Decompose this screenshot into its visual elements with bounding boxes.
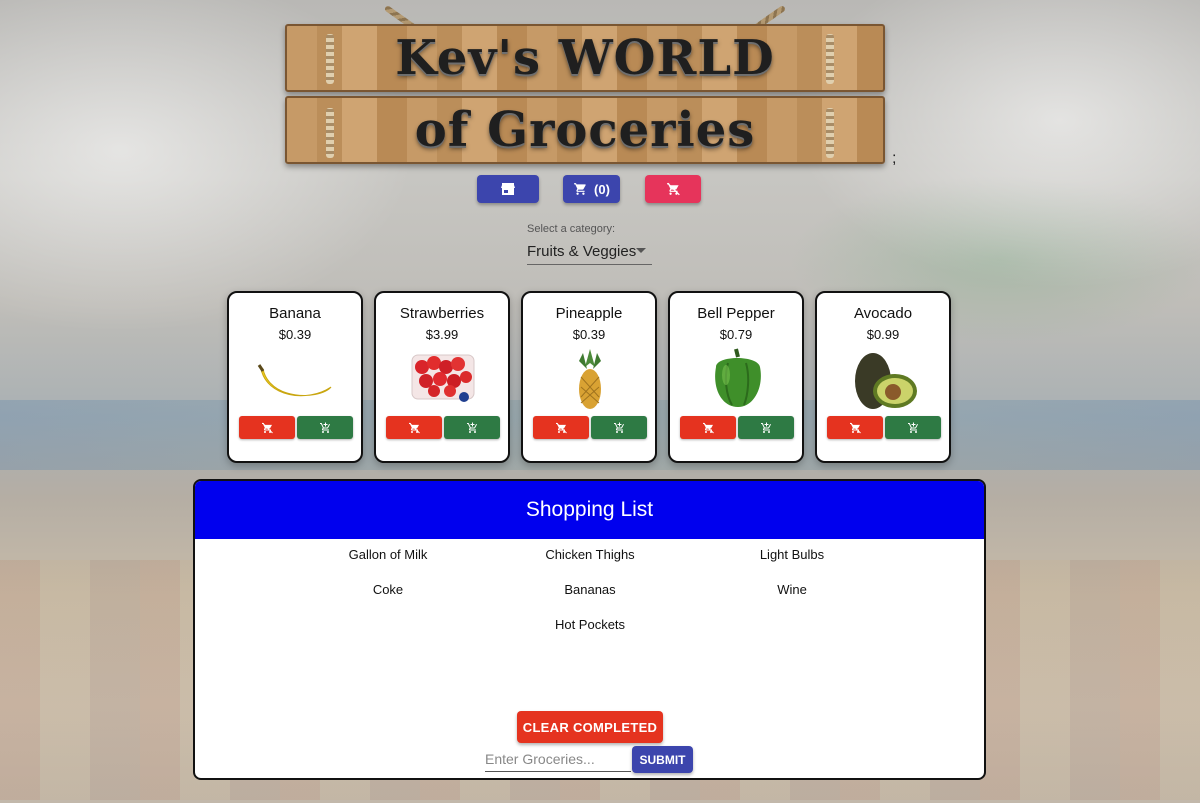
banana-image xyxy=(257,364,332,397)
add-to-cart-button[interactable] xyxy=(444,416,500,439)
sign-rope xyxy=(326,34,334,84)
stray-semicolon: ; xyxy=(892,150,897,167)
bell-pepper-image xyxy=(715,348,761,407)
product-name: Pineapple xyxy=(555,305,623,322)
store-sign: Kev's WORLD of Groceries xyxy=(282,0,887,168)
avocado-image xyxy=(855,353,917,409)
product-name: Banana xyxy=(269,305,321,322)
list-item[interactable]: Chicken Thighs xyxy=(490,547,690,562)
list-item[interactable]: Bananas xyxy=(490,582,690,597)
submit-button[interactable]: SUBMIT xyxy=(632,746,693,773)
cart-button[interactable]: (0) xyxy=(563,175,620,203)
product-price: $3.99 xyxy=(425,327,459,342)
remove-shopping-cart-icon xyxy=(666,182,680,196)
add-to-cart-button[interactable] xyxy=(738,416,794,439)
product-name: Bell Pepper xyxy=(697,305,775,322)
remove-shopping-cart-icon xyxy=(849,422,861,433)
strawberries-image xyxy=(411,354,475,402)
product-price: $0.79 xyxy=(719,327,753,342)
product-price: $0.39 xyxy=(572,327,606,342)
remove-from-cart-button[interactable] xyxy=(827,416,883,439)
list-item[interactable]: Hot Pockets xyxy=(490,617,690,632)
category-selected-value: Fruits & Veggies xyxy=(527,242,637,260)
remove-from-cart-button[interactable] xyxy=(533,416,589,439)
sign-rope xyxy=(326,108,334,158)
product-card-pineapple: Pineapple $0.39 xyxy=(521,291,657,463)
add-shopping-cart-icon xyxy=(760,422,771,433)
category-select[interactable]: Fruits & Veggies xyxy=(527,238,652,265)
add-to-cart-button[interactable] xyxy=(297,416,353,439)
product-card-banana: Banana $0.39 xyxy=(227,291,363,463)
product-name: Avocado xyxy=(853,305,913,322)
add-shopping-cart-icon xyxy=(466,422,477,433)
shopping-list-panel: Shopping List Gallon of Milk Chicken Thi… xyxy=(193,479,986,780)
add-shopping-cart-icon xyxy=(907,422,918,433)
store-button[interactable] xyxy=(477,175,539,203)
list-item[interactable]: Light Bulbs xyxy=(692,547,892,562)
sign-title-line1: Kev's WORLD xyxy=(395,30,775,86)
cart-count: (0) xyxy=(594,181,610,197)
sign-plank-bottom: of Groceries xyxy=(285,96,885,164)
sign-title-line2: of Groceries xyxy=(414,102,756,158)
category-label: Select a category: xyxy=(527,223,616,235)
add-to-cart-button[interactable] xyxy=(885,416,941,439)
sign-rope xyxy=(826,34,834,84)
add-shopping-cart-icon xyxy=(319,422,330,433)
remove-shopping-cart-icon xyxy=(702,422,714,433)
product-price: $0.39 xyxy=(278,327,312,342)
list-item[interactable]: Wine xyxy=(692,582,892,597)
add-shopping-cart-icon xyxy=(613,422,624,433)
add-to-cart-button[interactable] xyxy=(591,416,647,439)
product-price: $0.99 xyxy=(866,327,900,342)
store-icon xyxy=(501,183,515,195)
grocery-input[interactable] xyxy=(485,746,631,772)
shopping-list-header: Shopping List xyxy=(195,481,984,539)
remove-from-cart-button[interactable] xyxy=(680,416,736,439)
product-card-avocado: Avocado $0.99 xyxy=(815,291,951,463)
product-name: Strawberries xyxy=(399,305,485,322)
list-item[interactable]: Gallon of Milk xyxy=(288,547,488,562)
remove-shopping-cart-icon xyxy=(261,422,273,433)
sign-rope xyxy=(826,108,834,158)
caret-down-icon xyxy=(636,248,646,253)
product-card-bell-pepper: Bell Pepper $0.79 xyxy=(668,291,804,463)
remove-from-cart-button[interactable] xyxy=(239,416,295,439)
pineapple-image xyxy=(579,349,601,409)
cart-icon xyxy=(574,183,586,195)
list-item[interactable]: Coke xyxy=(288,582,488,597)
product-card-strawberries: Strawberries $3.99 xyxy=(374,291,510,463)
remove-shopping-cart-icon xyxy=(555,422,567,433)
remove-shopping-cart-icon xyxy=(408,422,420,433)
shopping-list-title: Shopping List xyxy=(525,498,654,521)
remove-from-cart-button[interactable] xyxy=(386,416,442,439)
empty-cart-button[interactable] xyxy=(645,175,701,203)
clear-completed-button[interactable]: CLEAR COMPLETED xyxy=(517,711,663,743)
sign-plank-top: Kev's WORLD xyxy=(285,24,885,92)
